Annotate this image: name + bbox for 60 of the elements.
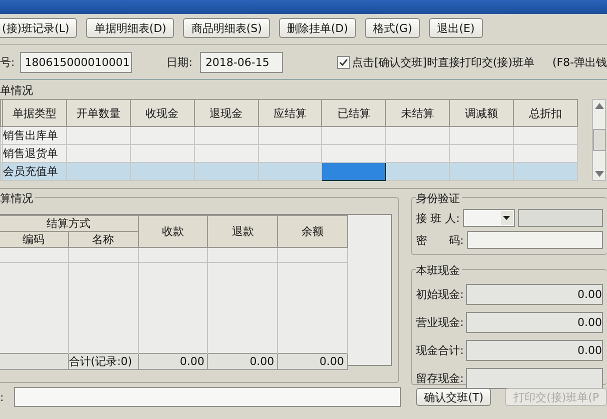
column-header: 收款: [138, 216, 208, 248]
focused-cell[interactable]: [322, 162, 386, 180]
column-header: 调减额: [450, 100, 514, 127]
column-header: 应结算: [258, 100, 322, 127]
section-title: 单情况: [0, 84, 34, 97]
scroll-down-icon[interactable]: [594, 171, 604, 177]
toolbar-button[interactable]: (接)班记录(L): [0, 18, 78, 38]
checkbox[interactable]: [337, 56, 350, 68]
total-value: 0.00: [138, 354, 208, 370]
dropdown-arrow-icon[interactable]: [503, 216, 510, 220]
input-field[interactable]: 0.00: [466, 340, 603, 361]
column-header: 退款: [208, 216, 278, 248]
field-label: 日期:: [166, 54, 192, 70]
toolbar-button[interactable]: 单据明细表(D): [86, 18, 174, 38]
password-field[interactable]: [466, 231, 603, 249]
total-value: 0.00: [278, 354, 348, 370]
toolbar-button[interactable]: 退出(E): [429, 18, 483, 38]
table-cell: 销售退货单: [2, 144, 66, 163]
total-value: 0.00: [208, 354, 278, 370]
table-cell: 销售出库单: [2, 126, 66, 145]
field-label: 现金合计:: [416, 343, 464, 358]
column-header: 结算方式: [0, 216, 138, 232]
input-field[interactable]: 0.00: [466, 284, 603, 305]
scrollbar[interactable]: [592, 99, 606, 181]
hint-text: (F8-弹出钱: [552, 54, 607, 70]
column-header: 名称: [68, 232, 138, 248]
total-label: 合计(记录:0): [68, 354, 138, 370]
section-title: 算情况: [0, 192, 35, 205]
scroll-thumb[interactable]: [592, 129, 606, 151]
column-header: 退现金: [194, 100, 258, 127]
column-header: 已结算: [322, 100, 386, 127]
field-label: 号:: [0, 54, 15, 70]
input-field[interactable]: [466, 368, 603, 389]
action-button[interactable]: 确认交班(T): [416, 388, 492, 406]
column-header: 总折扣: [514, 100, 578, 127]
field-label: :: [0, 390, 5, 404]
column-header: 单据类型: [2, 100, 66, 127]
table-cell: 会员充值单: [2, 162, 66, 180]
column-header: 未结算: [386, 100, 450, 127]
number-field[interactable]: 180615000010001: [20, 52, 132, 72]
checkbox-label: 点击[确认交班]时直接打印交(接)班单: [352, 54, 534, 70]
section-title: 本班现金: [416, 264, 462, 277]
column-header: 开单数量: [66, 100, 130, 127]
input-field[interactable]: [518, 209, 603, 227]
toolbar-button[interactable]: 商品明细表(S): [183, 18, 270, 38]
toolbar-button[interactable]: 格式(G): [365, 18, 420, 38]
column-header: 余额: [278, 216, 348, 248]
note-field[interactable]: [14, 387, 402, 407]
date-field[interactable]: 2018-06-15: [200, 52, 284, 72]
scroll-up-icon[interactable]: [594, 103, 604, 109]
field-label: 密 码:: [416, 232, 464, 248]
toolbar-button[interactable]: 删除挂单(D): [278, 18, 356, 38]
field-label: 营业现金:: [416, 315, 464, 330]
field-label: 接 班 人:: [416, 210, 460, 226]
column-header: 收现金: [130, 100, 194, 127]
field-label: 初始现金:: [416, 287, 464, 302]
section-title: 身份验证: [416, 192, 462, 205]
input-field[interactable]: 0.00: [466, 312, 603, 333]
field-label: 留存现金:: [416, 371, 464, 386]
column-header: 编码: [0, 232, 68, 248]
